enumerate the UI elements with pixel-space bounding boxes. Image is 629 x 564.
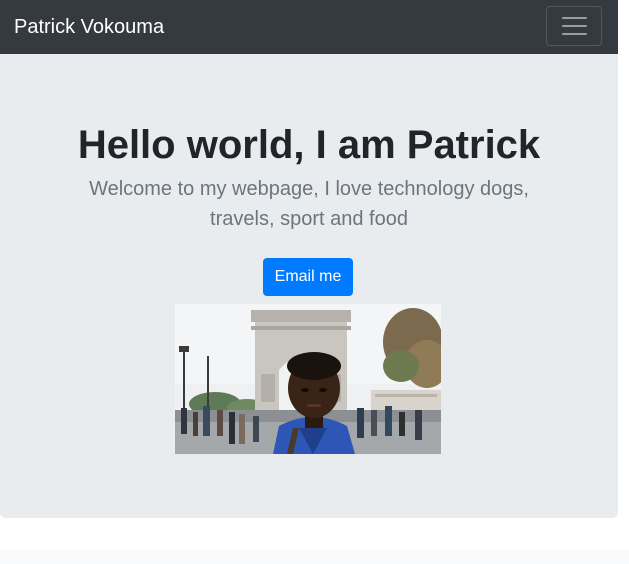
email-me-button[interactable]: Email me — [263, 258, 353, 296]
page: Patrick Vokouma Hello world, I am Patric… — [0, 0, 629, 564]
navbar-brand[interactable]: Patrick Vokouma — [14, 14, 164, 40]
next-section-strip — [0, 550, 629, 564]
hero-lead: Welcome to my webpage, I love technology… — [89, 178, 529, 230]
hamburger-menu-icon — [562, 17, 587, 36]
hero-title: Hello world, I am Patrick — [77, 123, 541, 167]
navbar: Patrick Vokouma — [0, 0, 618, 54]
jumbotron: Hello world, I am Patrick Welcome to my … — [0, 54, 618, 518]
navbar-toggler-button[interactable] — [546, 6, 602, 46]
photo-illustration — [175, 304, 441, 454]
profile-photo — [175, 304, 441, 454]
